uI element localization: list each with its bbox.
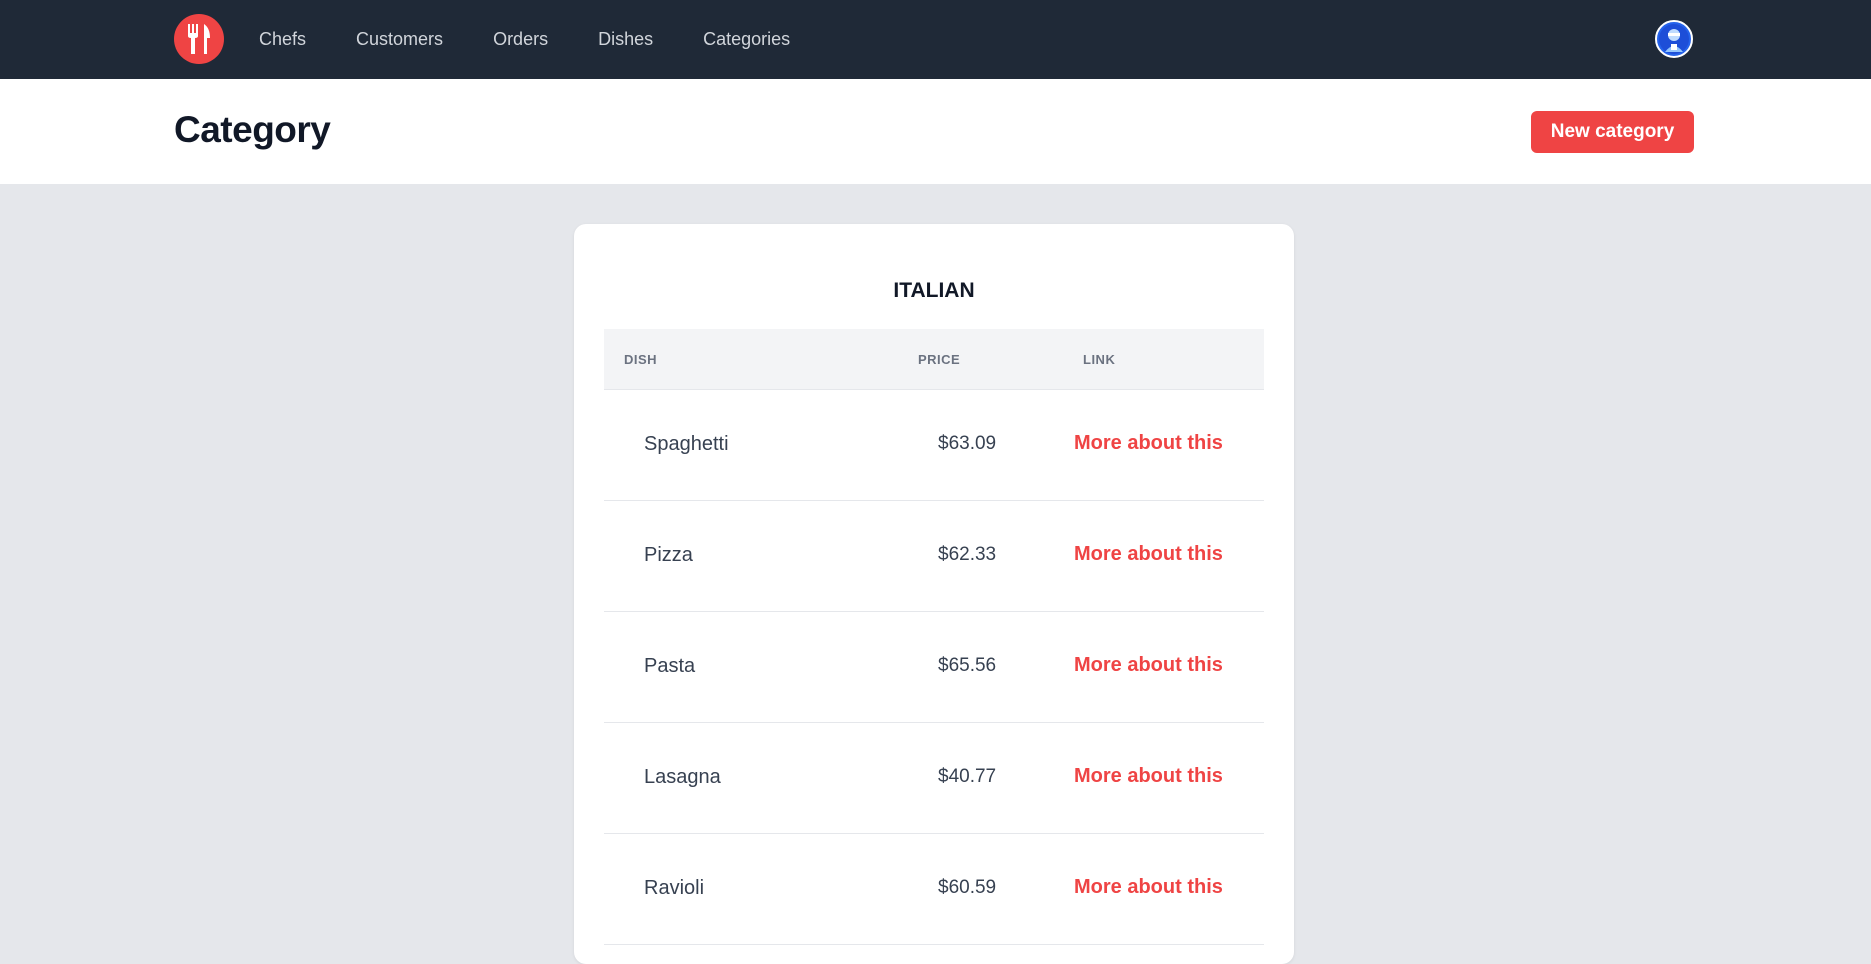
dish-price: $60.59 <box>938 877 997 898</box>
dish-name: Pasta <box>644 655 696 677</box>
fork-knife-icon[interactable] <box>174 14 224 64</box>
dish-name: Spaghetti <box>644 433 729 455</box>
table-row: Pizza $62.33 More about this <box>604 501 1264 612</box>
table-row: Spaghetti $63.09 More about this <box>604 390 1264 501</box>
dish-price: $62.33 <box>938 544 997 565</box>
column-header-link: LINK <box>1083 352 1116 367</box>
top-navigation-bar: Chefs Customers Orders Dishes Categories <box>0 0 1871 79</box>
table-row: Ravioli $60.59 More about this <box>604 834 1264 945</box>
dishes-table: DISH PRICE LINK Spaghetti $63.09 More ab… <box>604 329 1264 945</box>
column-header-price: PRICE <box>918 352 961 367</box>
table-row: Pasta $65.56 More about this <box>604 612 1264 723</box>
dish-price: $40.77 <box>938 766 997 787</box>
column-header-dish: DISH <box>624 352 658 367</box>
nav-chefs-link[interactable]: Chefs <box>259 29 306 50</box>
more-about-link[interactable]: More about this <box>1074 543 1223 566</box>
more-about-link[interactable]: More about this <box>1074 876 1223 899</box>
more-about-link[interactable]: More about this <box>1074 432 1223 455</box>
dish-name: Pizza <box>644 544 693 566</box>
page-header: Category New category <box>0 79 1871 184</box>
new-category-button[interactable]: New category <box>1531 111 1694 153</box>
table-row: Lasagna $40.77 More about this <box>604 723 1264 834</box>
category-card: ITALIAN DISH PRICE LINK Spaghetti $63.09… <box>574 224 1294 964</box>
nav-orders-link[interactable]: Orders <box>493 29 548 50</box>
category-name: ITALIAN <box>893 279 975 302</box>
dish-price: $63.09 <box>938 433 997 454</box>
dish-name: Ravioli <box>644 877 705 899</box>
nav-categories-link[interactable]: Categories <box>703 29 790 50</box>
more-about-link[interactable]: More about this <box>1074 654 1223 677</box>
main-nav: Chefs Customers Orders Dishes Categories <box>259 0 840 79</box>
dish-name: Lasagna <box>644 766 721 788</box>
nav-dishes-link[interactable]: Dishes <box>598 29 653 50</box>
page-title: Category <box>174 109 331 150</box>
more-about-link[interactable]: More about this <box>1074 765 1223 788</box>
dish-price: $65.56 <box>938 655 997 676</box>
table-header: DISH PRICE LINK <box>604 329 1264 390</box>
nav-customers-link[interactable]: Customers <box>356 29 443 50</box>
user-avatar-icon[interactable] <box>1655 20 1693 58</box>
